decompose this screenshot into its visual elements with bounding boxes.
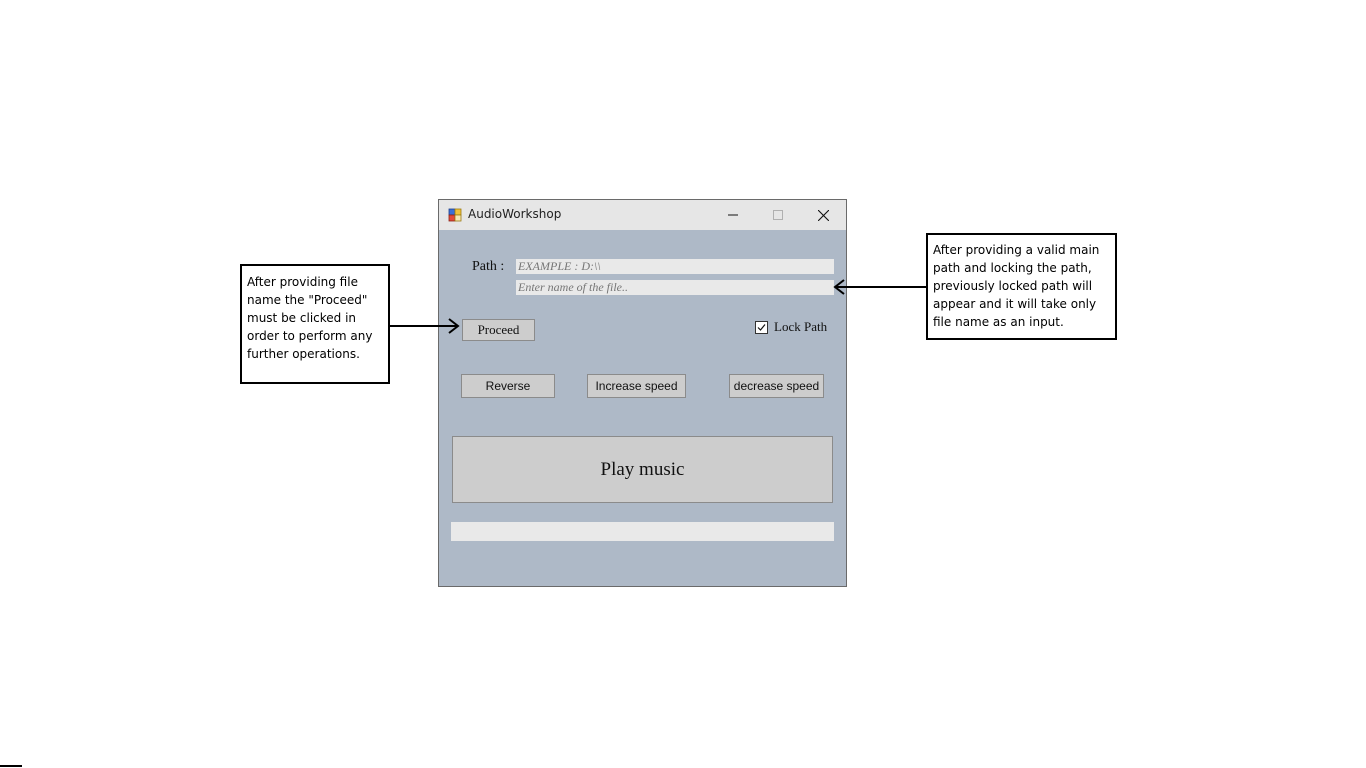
minimize-button[interactable] [710,200,756,230]
checkmark-icon [757,323,766,331]
proceed-button[interactable]: Proceed [462,319,535,341]
decrease-speed-button[interactable]: decrease speed [729,374,824,398]
lock-path-checkbox[interactable]: Lock Path [755,319,827,335]
maximize-button[interactable] [755,200,801,230]
checkbox-box[interactable] [755,320,768,334]
path-input[interactable] [516,259,834,274]
maximize-icon [773,210,783,220]
app-icon [448,208,462,222]
close-icon [817,209,829,221]
play-music-button[interactable]: Play music [452,436,833,503]
audioworkshop-window: AudioWorkshop Path : Proceed [438,199,847,587]
corner-mark [0,765,22,767]
window-title: AudioWorkshop [468,207,562,221]
annotation-lock-path-note: After providing a valid main path and lo… [926,233,1117,340]
path-label: Path : [472,259,505,274]
arrow-to-file-input [833,279,926,295]
page: AudioWorkshop Path : Proceed [0,0,1366,768]
minimize-icon [728,214,738,216]
annotation-proceed-note: After providing file name the "Proceed" … [240,264,390,384]
reverse-button[interactable]: Reverse [461,374,555,398]
file-name-input[interactable] [516,280,834,295]
close-button[interactable] [800,200,846,230]
increase-speed-button[interactable]: Increase speed [587,374,686,398]
lock-path-label: Lock Path [774,319,828,334]
title-bar[interactable]: AudioWorkshop [439,200,846,230]
status-textbox [451,522,834,541]
